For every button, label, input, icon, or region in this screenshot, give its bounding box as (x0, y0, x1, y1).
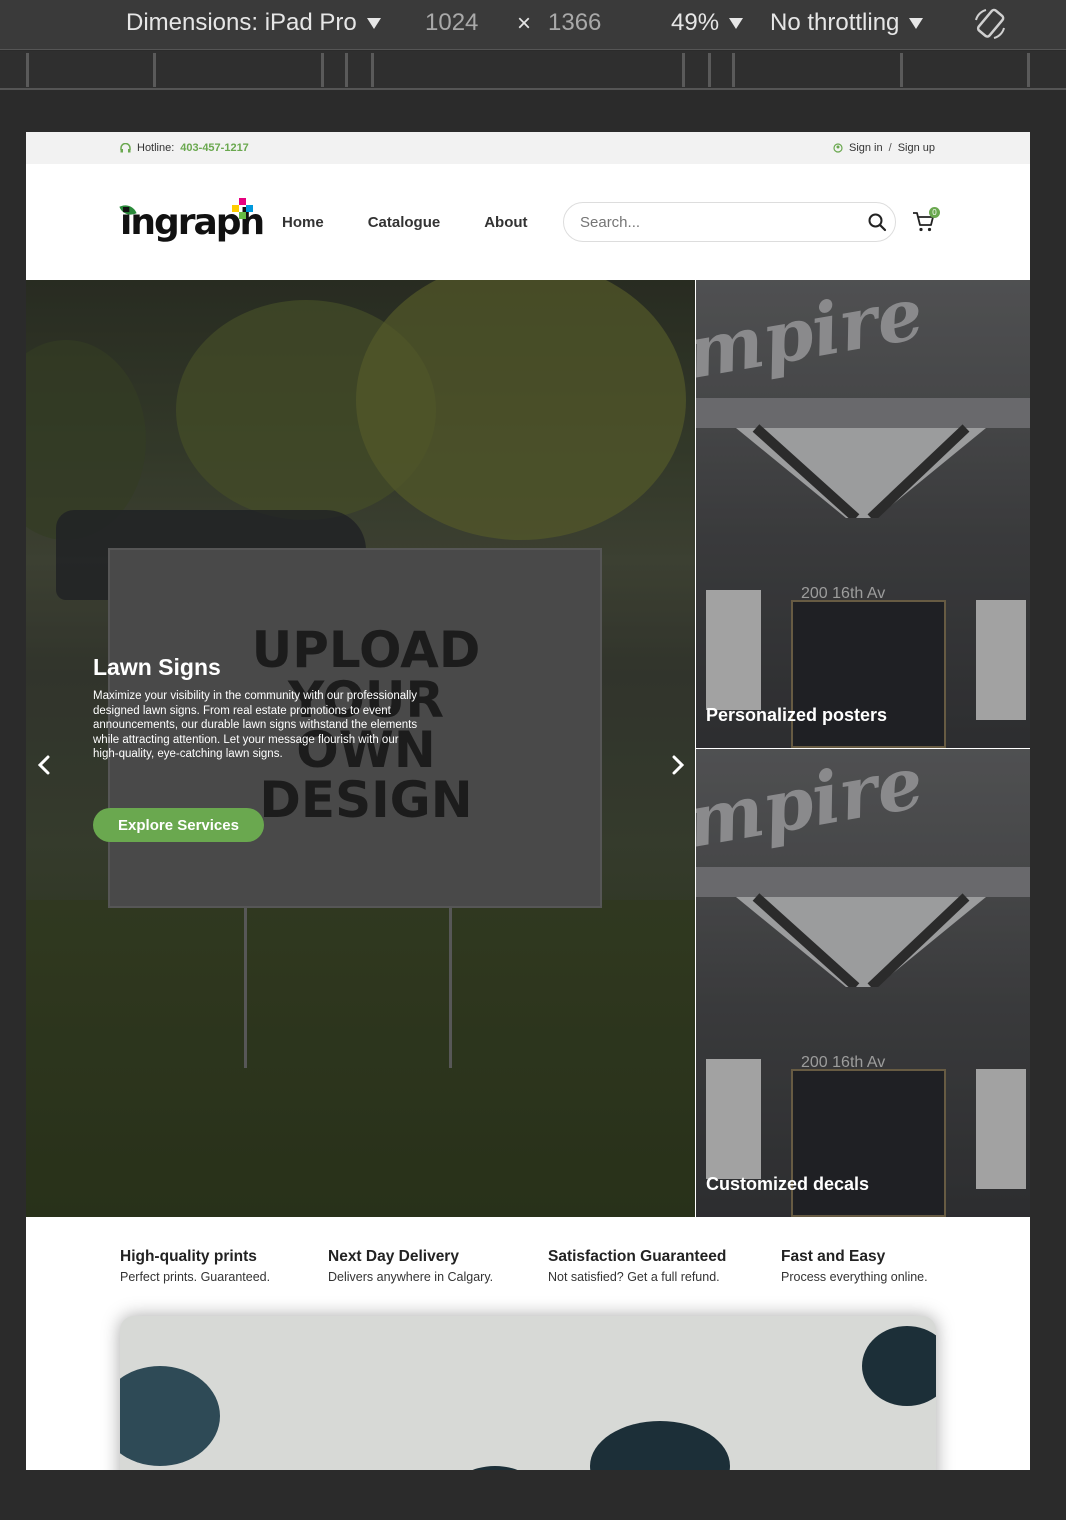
chevron-down-icon (729, 17, 744, 29)
chevron-down-icon (909, 17, 924, 29)
explore-services-button[interactable]: Explore Services (93, 808, 264, 842)
main-nav: Home Catalogue About (282, 214, 528, 231)
feature-desc: Process everything online. (781, 1270, 928, 1284)
feature-item: Fast and Easy Process everything online. (781, 1248, 928, 1284)
throttling-dropdown[interactable]: No throttling (770, 9, 924, 37)
hero-content: Lawn Signs Maximize your visibility in t… (93, 654, 423, 762)
tile-label: Personalized posters (706, 705, 888, 725)
feature-title: Next Day Delivery (328, 1248, 459, 1265)
feature-desc: Not satisfied? Get a full refund. (548, 1270, 720, 1284)
tile-personalized-posters[interactable]: mpire 200 16th Av Personalized posters (696, 280, 1030, 748)
width-input[interactable]: 1024 (425, 9, 478, 37)
sign-up-link[interactable]: Sign up (898, 142, 935, 154)
tile-customized-decals[interactable]: mpire 200 16th Av Customized decals (696, 749, 1030, 1217)
dimensions-dropdown[interactable]: Dimensions: iPad Pro (126, 9, 381, 37)
hotline-label: Hotline: (137, 142, 175, 154)
times-symbol: × (517, 10, 532, 37)
feature-title: High-quality prints (120, 1248, 257, 1265)
feature-item: High-quality prints Perfect prints. Guar… (120, 1248, 328, 1284)
user-icon (833, 143, 843, 153)
zoom-value: 49% (671, 9, 720, 36)
feature-item: Satisfaction Guaranteed Not satisfied? G… (548, 1248, 781, 1284)
throttling-label: No throttling (770, 9, 900, 36)
height-input[interactable]: 1366 (548, 9, 601, 37)
hero-slider: UPLOAD YOUR OWN DESIGN Lawn Signs Maximi… (26, 280, 695, 1217)
hero-description: Maximize your visibility in the communit… (93, 690, 418, 760)
hotline-number[interactable]: 403-457-1217 (180, 142, 249, 154)
search-box (563, 202, 896, 242)
feature-title: Fast and Easy (781, 1248, 886, 1265)
tile-label: Customized decals (706, 1174, 870, 1194)
feature-desc: Delivers anywhere in Calgary. (328, 1270, 494, 1284)
cart-count-badge: 0 (929, 207, 940, 218)
headset-icon (120, 143, 131, 153)
feature-title: Satisfaction Guaranteed (548, 1248, 727, 1265)
rotate-icon[interactable] (972, 6, 1008, 42)
page-viewport: Hotline: 403-457-1217 Sign in / Sign up … (26, 132, 1030, 1470)
hero-title: Lawn Signs (93, 654, 221, 680)
sign-in-link[interactable]: Sign in (849, 142, 883, 154)
dimensions-label: Dimensions: iPad Pro (126, 9, 357, 36)
promo-banner-image (120, 1316, 936, 1470)
account-links: Sign in / Sign up (833, 142, 935, 154)
height-value: 1366 (548, 9, 602, 36)
logo[interactable]: ingraph (119, 196, 265, 256)
zoom-dropdown[interactable]: 49% (671, 9, 744, 37)
times-icon: × (517, 10, 531, 38)
top-bar: Hotline: 403-457-1217 Sign in / Sign up (26, 132, 1030, 164)
chevron-left-icon[interactable] (36, 755, 52, 775)
hotline: Hotline: 403-457-1217 (120, 142, 249, 154)
chevron-down-icon (366, 17, 381, 29)
pixel-mark-icon (232, 198, 254, 220)
media-query-ruler (0, 51, 1066, 90)
nav-about[interactable]: About (484, 214, 527, 231)
site-header: ingraph Home Catalogue About 0 (26, 164, 1030, 280)
separator: / (888, 142, 892, 154)
width-value: 1024 (425, 9, 479, 36)
feature-item: Next Day Delivery Delivers anywhere in C… (328, 1248, 548, 1284)
search-input[interactable] (580, 213, 850, 231)
chevron-right-icon[interactable] (670, 755, 686, 775)
feature-desc: Perfect prints. Guaranteed. (120, 1270, 271, 1284)
nav-home[interactable]: Home (282, 214, 324, 231)
features-strip: High-quality prints Perfect prints. Guar… (120, 1248, 940, 1284)
nav-catalogue[interactable]: Catalogue (368, 214, 441, 231)
search-icon[interactable] (867, 212, 887, 232)
devtools-toolbar: Dimensions: iPad Pro 1024 × 1366 49% No … (0, 0, 1066, 50)
